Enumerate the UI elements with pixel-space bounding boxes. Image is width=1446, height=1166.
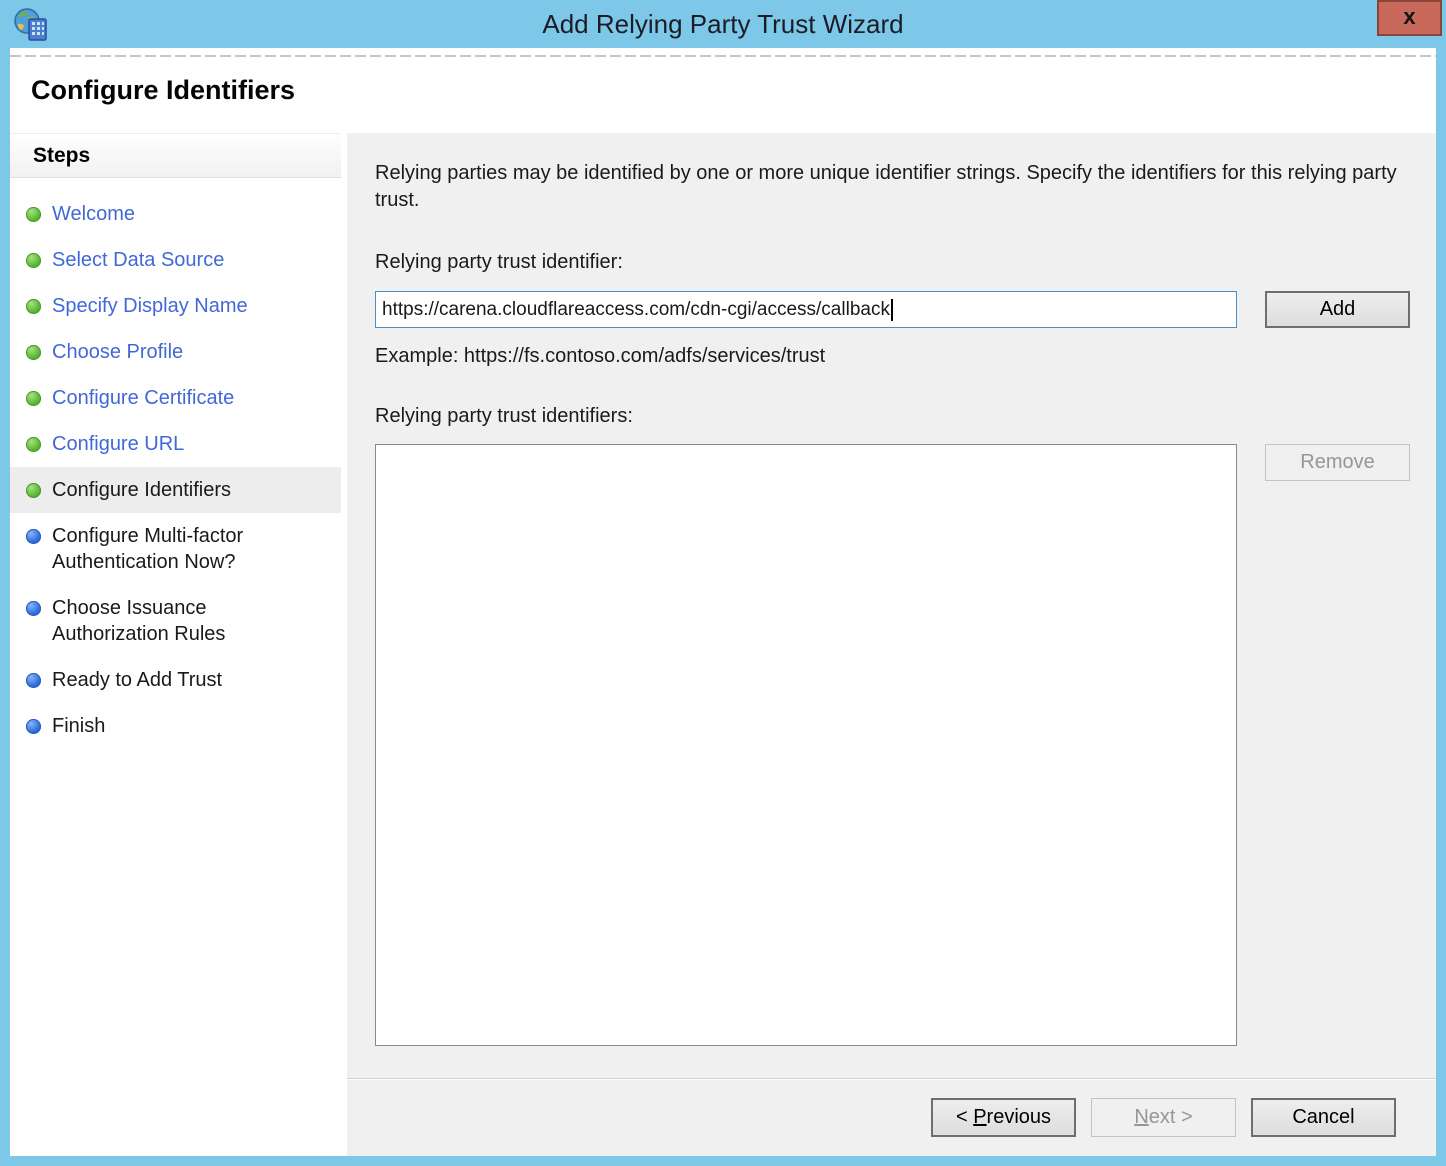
wizard-footer: < Previous Next > Cancel bbox=[347, 1078, 1436, 1156]
previous-label-suffix: revious bbox=[987, 1106, 1051, 1128]
identifier-input-value: https://carena.cloudflareaccess.com/cdn-… bbox=[382, 299, 890, 321]
identifier-input[interactable]: https://carena.cloudflareaccess.com/cdn-… bbox=[375, 291, 1237, 328]
step-status-icon bbox=[26, 299, 41, 314]
previous-button[interactable]: < Previous bbox=[931, 1098, 1076, 1137]
step-label: Choose Profile bbox=[52, 339, 183, 365]
page-title: Configure Identifiers bbox=[31, 75, 295, 106]
next-button[interactable]: Next > bbox=[1091, 1098, 1236, 1137]
close-button[interactable]: x bbox=[1377, 0, 1442, 36]
sidebar-step-choose-profile[interactable]: Choose Profile bbox=[10, 329, 341, 375]
cancel-button-label: Cancel bbox=[1292, 1106, 1354, 1128]
sidebar-step-welcome[interactable]: Welcome bbox=[10, 191, 341, 237]
identifier-field-label: Relying party trust identifier: bbox=[375, 251, 1413, 274]
steps-sidebar: Steps Welcome Select Data Source Specify D… bbox=[10, 133, 341, 1156]
remove-button[interactable]: Remove bbox=[1265, 444, 1410, 481]
close-icon: x bbox=[1403, 4, 1415, 30]
step-label: Specify Display Name bbox=[52, 293, 248, 319]
step-label: Welcome bbox=[52, 201, 135, 227]
step-status-icon bbox=[26, 207, 41, 222]
page-description: Relying parties may be identified by one… bbox=[375, 160, 1420, 214]
step-label: Configure Multi-factor Authentication No… bbox=[52, 523, 308, 575]
steps-list: Welcome Select Data Source Specify Display… bbox=[10, 178, 341, 749]
next-label-suffix: ext > bbox=[1149, 1106, 1193, 1128]
text-caret bbox=[891, 299, 893, 321]
previous-label-mnemonic: P bbox=[973, 1106, 986, 1128]
example-text: Example: https://fs.contoso.com/adfs/ser… bbox=[375, 345, 1413, 368]
step-label: Configure Identifiers bbox=[52, 477, 231, 503]
step-label: Configure URL bbox=[52, 431, 184, 457]
step-status-icon bbox=[26, 601, 41, 616]
sidebar-step-configure-url[interactable]: Configure URL bbox=[10, 421, 341, 467]
sidebar-step-select-data-source[interactable]: Select Data Source bbox=[10, 237, 341, 283]
sidebar-step-finish: Finish bbox=[10, 703, 341, 749]
step-status-icon bbox=[26, 345, 41, 360]
page-header: Configure Identifiers bbox=[10, 48, 1436, 133]
step-label: Ready to Add Trust bbox=[52, 667, 222, 693]
sidebar-step-configure-multi-factor-authentication-now: Configure Multi-factor Authentication No… bbox=[10, 513, 341, 585]
next-label-mnemonic: N bbox=[1134, 1106, 1148, 1128]
step-status-icon bbox=[26, 437, 41, 452]
titlebar: Add Relying Party Trust Wizard x bbox=[0, 0, 1446, 48]
previous-label-prefix: < bbox=[956, 1106, 973, 1128]
sidebar-step-configure-identifiers: Configure Identifiers bbox=[10, 467, 341, 513]
step-status-icon bbox=[26, 719, 41, 734]
steps-heading: Steps bbox=[10, 133, 341, 178]
sidebar-step-choose-issuance-authorization-rules: Choose Issuance Authorization Rules bbox=[10, 585, 341, 657]
step-label: Finish bbox=[52, 713, 105, 739]
step-status-icon bbox=[26, 529, 41, 544]
step-status-icon bbox=[26, 673, 41, 688]
sidebar-step-configure-certificate[interactable]: Configure Certificate bbox=[10, 375, 341, 421]
sidebar-step-specify-display-name[interactable]: Specify Display Name bbox=[10, 283, 341, 329]
step-status-icon bbox=[26, 483, 41, 498]
main-content: Relying parties may be identified by one… bbox=[347, 133, 1436, 1078]
wizard-dialog: Configure Identifiers Steps Welcome Selec… bbox=[10, 48, 1436, 1156]
step-label: Choose Issuance Authorization Rules bbox=[52, 595, 308, 647]
add-button-label: Add bbox=[1320, 298, 1356, 320]
add-button[interactable]: Add bbox=[1265, 291, 1410, 328]
identifiers-list-label: Relying party trust identifiers: bbox=[375, 405, 1413, 428]
window-title: Add Relying Party Trust Wizard bbox=[0, 0, 1446, 48]
step-status-icon bbox=[26, 253, 41, 268]
identifiers-listbox[interactable] bbox=[375, 444, 1237, 1046]
step-label: Select Data Source bbox=[52, 247, 224, 273]
step-status-icon bbox=[26, 391, 41, 406]
remove-button-label: Remove bbox=[1300, 451, 1374, 473]
step-label: Configure Certificate bbox=[52, 385, 234, 411]
cancel-button[interactable]: Cancel bbox=[1251, 1098, 1396, 1137]
adfs-trust-icon bbox=[13, 7, 49, 43]
sidebar-step-ready-to-add-trust: Ready to Add Trust bbox=[10, 657, 341, 703]
